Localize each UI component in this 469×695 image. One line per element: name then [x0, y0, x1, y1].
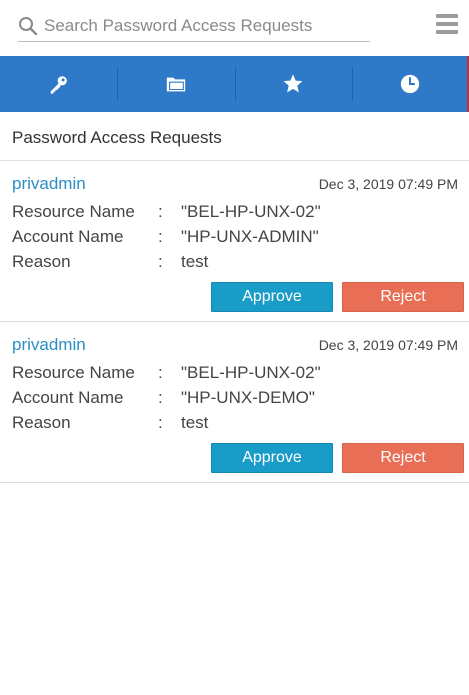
star-icon — [283, 74, 303, 93]
request-date: Dec 3, 2019 07:49 PM — [318, 176, 458, 192]
search-icon — [19, 17, 38, 36]
resource-label: Resource Name — [12, 363, 135, 382]
page-title: Password Access Requests — [12, 128, 222, 147]
request-list: privadmin Dec 3, 2019 07:49 PM Resource … — [0, 161, 469, 483]
search-input[interactable] — [44, 13, 364, 39]
tab-recent[interactable] — [351, 56, 469, 112]
tab-passwords[interactable] — [0, 56, 117, 112]
section-header: Password Access Requests — [0, 112, 469, 161]
folder-icon — [166, 77, 186, 92]
approve-button[interactable]: Approve — [211, 443, 333, 473]
reason-label: Reason — [12, 252, 71, 271]
reason-value: test — [181, 413, 209, 432]
menu-icon[interactable] — [436, 14, 458, 36]
colon: : — [158, 363, 163, 382]
reject-button[interactable]: Reject — [342, 443, 464, 473]
colon: : — [158, 227, 163, 246]
resource-label: Resource Name — [12, 202, 135, 221]
request-date: Dec 3, 2019 07:49 PM — [318, 337, 458, 353]
tab-favorites[interactable] — [234, 56, 352, 112]
account-value: "HP-UNX-ADMIN" — [181, 227, 319, 246]
tab-bar — [0, 56, 469, 112]
request-card: privadmin Dec 3, 2019 07:49 PM Resource … — [0, 322, 469, 483]
account-label: Account Name — [12, 227, 124, 246]
reject-button[interactable]: Reject — [342, 282, 464, 312]
search-bar — [0, 0, 469, 56]
key-icon — [50, 76, 67, 94]
colon: : — [158, 202, 163, 221]
account-value: "HP-UNX-DEMO" — [181, 388, 315, 407]
colon: : — [158, 413, 163, 432]
colon: : — [158, 388, 163, 407]
colon: : — [158, 252, 163, 271]
reason-label: Reason — [12, 413, 71, 432]
tab-resources[interactable] — [117, 56, 234, 112]
approve-button[interactable]: Approve — [211, 282, 333, 312]
requester-name[interactable]: privadmin — [12, 335, 86, 355]
account-label: Account Name — [12, 388, 124, 407]
request-card: privadmin Dec 3, 2019 07:49 PM Resource … — [0, 161, 469, 322]
search-field[interactable] — [18, 10, 370, 42]
reason-value: test — [181, 252, 209, 271]
resource-value: "BEL-HP-UNX-02" — [181, 363, 321, 382]
clock-icon — [401, 74, 420, 94]
requester-name[interactable]: privadmin — [12, 174, 86, 194]
resource-value: "BEL-HP-UNX-02" — [181, 202, 321, 221]
